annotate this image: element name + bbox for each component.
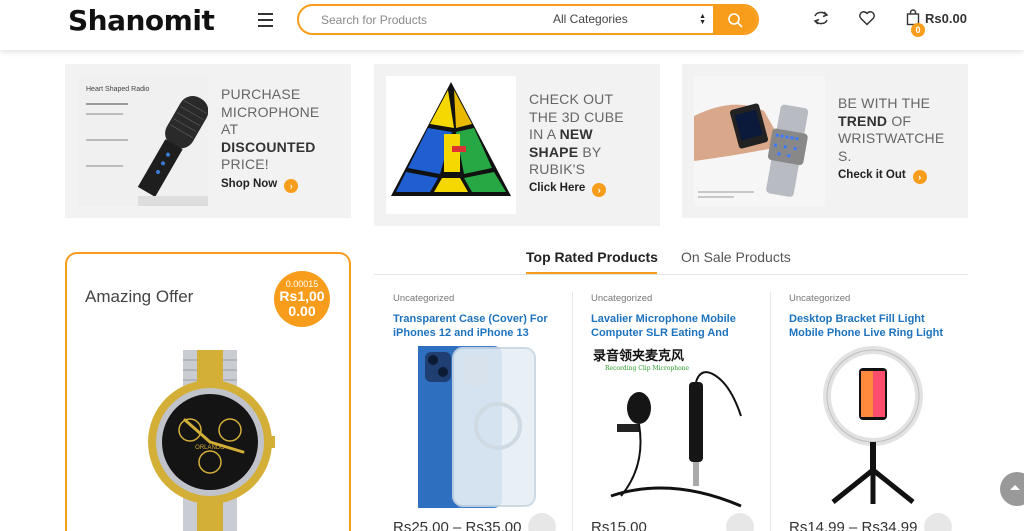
- offer-title: Amazing Offer: [85, 287, 194, 306]
- promo-cube-image: [386, 76, 516, 214]
- offer-new-price-cont: 0.00: [288, 303, 316, 319]
- promo-line: OF: [887, 112, 912, 129]
- promo-text: PURCHASE MICROPHONE AT DISCOUNTED PRICE!: [221, 86, 319, 174]
- offer-watch-image: ORLANDO: [148, 350, 275, 531]
- product-divider: [770, 292, 771, 531]
- ring-light-image[interactable]: [789, 346, 959, 508]
- search-button[interactable]: [713, 6, 757, 33]
- tab-top-rated[interactable]: Top Rated Products: [526, 249, 658, 265]
- promo-line: IN A: [529, 126, 560, 142]
- svg-text:ORLANDO: ORLANDO: [195, 445, 225, 451]
- product-category[interactable]: Uncategorized: [393, 293, 454, 304]
- tab-on-sale[interactable]: On Sale Products: [681, 249, 791, 265]
- promo-line: RUBIK'S: [529, 161, 586, 177]
- product-title[interactable]: Lavalier Microphone Mobile Computer SLR …: [591, 312, 761, 340]
- product-title[interactable]: Transparent Case (Cover) For iPhones 12 …: [393, 312, 563, 340]
- active-tab-indicator: [526, 272, 657, 274]
- promo-banner-microphone[interactable]: Heart Shaped Radio PURCHASE MICROPHONE A…: [65, 64, 351, 218]
- cta-label: Click Here: [529, 182, 586, 194]
- shop-now-link[interactable]: Shop Now ›: [221, 178, 299, 193]
- site-logo[interactable]: Shanomit: [68, 4, 215, 37]
- promo-line: CHECK OUT: [529, 91, 614, 107]
- product-card[interactable]: Uncategorized Lavalier Microphone Mobile…: [572, 284, 770, 531]
- add-to-cart-button[interactable]: [924, 513, 952, 531]
- category-select-value: All Categories: [553, 12, 628, 26]
- svg-text:Recording Clip Microphone: Recording Clip Microphone: [605, 365, 690, 372]
- product-category[interactable]: Uncategorized: [591, 293, 652, 304]
- cart-count-badge: 0: [911, 23, 925, 37]
- offer-new-price: Rs1,00: [279, 288, 325, 304]
- promo-line: BE WITH THE: [838, 95, 931, 111]
- microphone-illustration: Heart Shaped Radio: [78, 76, 208, 206]
- promo-line: PURCHASE: [221, 86, 301, 102]
- site-header: Shanomit All Categories ▲▼ 0 Rs0.00: [0, 0, 1024, 50]
- add-to-cart-button[interactable]: [528, 513, 556, 531]
- chevron-up-icon: [1010, 485, 1020, 490]
- product-card[interactable]: Uncategorized Transparent Case (Cover) F…: [374, 284, 572, 531]
- cart-total[interactable]: Rs0.00: [925, 11, 967, 26]
- add-to-cart-button[interactable]: [726, 513, 754, 531]
- product-price: Rs25.00 – Rs35.00: [393, 519, 522, 531]
- offer-price-badge: 0.00015 Rs1,00 0.00: [274, 271, 330, 327]
- promo-banner-cube[interactable]: CHECK OUT THE 3D CUBE IN A NEW SHAPE BY …: [374, 64, 660, 226]
- promo-line: S.: [838, 147, 852, 164]
- promo-line: AT: [221, 121, 239, 137]
- promo-text: CHECK OUT THE 3D CUBE IN A NEW SHAPE BY …: [529, 91, 624, 179]
- search-bar: All Categories ▲▼: [297, 4, 759, 35]
- chevron-right-icon: ›: [284, 179, 299, 193]
- product-tabs: Top Rated Products On Sale Products: [374, 245, 968, 275]
- menu-icon[interactable]: [258, 13, 273, 27]
- promo-line: WRISTWATCHE: [838, 130, 945, 146]
- product-divider: [572, 292, 573, 531]
- promo-text: BE WITH THE TREND OF WRISTWATCHE S.: [838, 95, 944, 165]
- compare-icon[interactable]: [812, 10, 830, 26]
- promo-bold: NEW: [559, 126, 593, 142]
- lavalier-mic-image[interactable]: 录音领夹麦克风 Recording Clip Microphone: [591, 346, 761, 508]
- promo-line: MICROPHONE: [221, 103, 320, 120]
- product-category[interactable]: Uncategorized: [789, 293, 850, 304]
- cta-label: Check it Out: [838, 169, 906, 181]
- pyramid-cube-illustration: [391, 82, 511, 196]
- select-arrows-icon: ▲ ▼: [699, 13, 706, 26]
- phone-case-image[interactable]: [393, 346, 563, 508]
- promo-line: PRICE!: [221, 156, 269, 172]
- amazing-offer-card[interactable]: Amazing Offer 0.00015 Rs1,00 0.00 ORLAND…: [65, 252, 351, 531]
- search-input[interactable]: [299, 6, 519, 33]
- promo-bold: TREND: [838, 112, 888, 129]
- search-icon: [728, 13, 743, 28]
- svg-text:录音领夹麦克风: 录音领夹麦克风: [593, 348, 684, 364]
- promo-microphone-image: Heart Shaped Radio: [78, 76, 208, 206]
- cta-label: Shop Now: [221, 178, 278, 190]
- click-here-link[interactable]: Click Here ›: [529, 182, 607, 197]
- wristwatch-illustration: [694, 76, 825, 206]
- promo-bold: DISCOUNTED: [221, 138, 316, 155]
- chevron-right-icon: ›: [592, 183, 607, 197]
- promo-line: BY: [578, 143, 602, 160]
- promo-line: THE 3D CUBE: [529, 108, 624, 125]
- promo-watch-image: [694, 76, 825, 206]
- product-price: Rs15.00: [591, 519, 647, 531]
- product-card[interactable]: Uncategorized Desktop Bracket Fill Light…: [770, 284, 968, 531]
- promo-banner-wristwatch[interactable]: BE WITH THE TREND OF WRISTWATCHE S. Chec…: [682, 64, 968, 218]
- check-it-out-link[interactable]: Check it Out ›: [838, 169, 927, 184]
- category-select[interactable]: All Categories ▲ ▼: [539, 6, 714, 33]
- svg-text:Heart Shaped Radio: Heart Shaped Radio: [86, 86, 150, 93]
- promo-bold: SHAPE: [529, 143, 579, 160]
- wishlist-heart-icon[interactable]: [858, 10, 876, 26]
- scroll-to-top-button[interactable]: [1000, 472, 1024, 506]
- product-title[interactable]: Desktop Bracket Fill Light Mobile Phone …: [789, 312, 959, 340]
- chevron-right-icon: ›: [912, 170, 927, 184]
- product-price: Rs14.99 – Rs34.99: [789, 519, 918, 531]
